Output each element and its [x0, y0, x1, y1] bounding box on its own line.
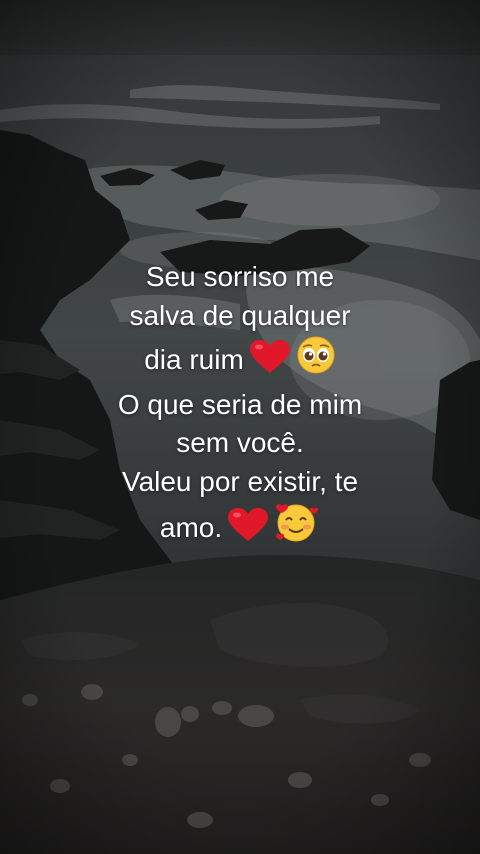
red-heart-icon [226, 507, 270, 554]
red-heart-icon [248, 339, 292, 386]
caption-line-6: Valeu por existir, te [121, 465, 359, 497]
caption-line-5: sem você. [176, 427, 304, 458]
caption-text: Seu sorriso me salva de qualquer dia rui… [0, 258, 480, 554]
smiling-face-with-hearts-icon [274, 501, 320, 554]
caption-line-7: amo. [0, 501, 480, 554]
caption-line-3: dia ruim [0, 335, 480, 386]
caption-line-4: O que seria de mim [117, 388, 363, 420]
pleading-face-icon [296, 335, 336, 386]
caption-line-2: salva de qualquer [129, 299, 351, 331]
caption-line-3-text: dia ruim [144, 344, 244, 375]
caption-line-1: Seu sorriso me [145, 261, 335, 292]
caption-line-7-text: amo. [159, 512, 223, 543]
